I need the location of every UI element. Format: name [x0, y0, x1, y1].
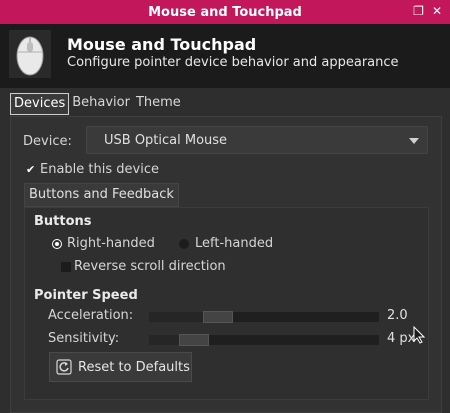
enable-device-label: Enable this device: [40, 162, 159, 177]
reverse-scroll-checkbox[interactable]: Reverse scroll direction: [61, 259, 226, 274]
tab-buttons-feedback-label: Buttons and Feedback: [29, 187, 174, 202]
mouse-pointer-icon: [413, 326, 425, 344]
sensitivity-slider[interactable]: [149, 334, 379, 346]
checkbox-empty-icon: [61, 261, 71, 272]
acceleration-label: Acceleration:: [48, 308, 134, 323]
tab-bar: Devices Behavior Theme: [10, 93, 184, 115]
enable-device-checkbox[interactable]: ✔ Enable this device: [26, 162, 159, 177]
devices-panel: Device: USB Optical Mouse ✔ Enable this …: [10, 116, 442, 413]
reverse-scroll-label: Reverse scroll direction: [74, 259, 226, 274]
tab-devices[interactable]: Devices: [10, 93, 70, 115]
window-titlebar: Mouse and Touchpad ❐ ✕: [0, 0, 450, 24]
buttons-heading: Buttons: [34, 214, 92, 229]
window-title: Mouse and Touchpad: [148, 4, 302, 20]
dialog-content: Devices Behavior Theme Device: USB Optic…: [0, 88, 450, 413]
tab-behavior[interactable]: Behavior: [69, 93, 133, 115]
close-icon[interactable]: ✕: [432, 4, 442, 18]
right-handed-radio[interactable]: Right-handed: [53, 236, 155, 251]
pointer-speed-heading: Pointer Speed: [34, 288, 138, 303]
left-handed-label: Left-handed: [195, 236, 274, 251]
acceleration-fill: [149, 312, 203, 322]
mouse-icon: [9, 30, 51, 78]
sensitivity-fill: [149, 335, 179, 345]
device-dropdown[interactable]: USB Optical Mouse: [86, 126, 428, 154]
sensitivity-label: Sensitivity:: [48, 331, 120, 346]
radio-selected-icon: [53, 239, 61, 248]
chevron-down-icon: [409, 138, 419, 144]
reset-defaults-label: Reset to Defaults: [78, 359, 190, 375]
checkmark-icon: ✔: [26, 162, 36, 176]
radio-unselected-icon: [179, 238, 189, 249]
header-subtitle: Configure pointer device behavior and ap…: [67, 55, 399, 70]
acceleration-value: 2.0: [387, 308, 408, 323]
tab-behavior-label: Behavior: [72, 95, 130, 110]
acceleration-slider[interactable]: [149, 311, 379, 323]
sensitivity-slider-handle[interactable]: [179, 334, 209, 346]
device-label: Device:: [23, 134, 72, 149]
left-handed-radio[interactable]: Left-handed: [179, 236, 273, 251]
tab-theme[interactable]: Theme: [133, 93, 184, 115]
tab-theme-label: Theme: [135, 95, 181, 110]
reset-defaults-button[interactable]: Reset to Defaults: [49, 352, 192, 382]
tab-buttons-feedback[interactable]: Buttons and Feedback: [24, 183, 179, 207]
tab-devices-label: Devices: [14, 96, 66, 111]
device-dropdown-value: USB Optical Mouse: [104, 133, 228, 148]
restore-icon[interactable]: ❐: [413, 4, 424, 18]
header-title: Mouse and Touchpad: [67, 35, 257, 54]
right-handed-label: Right-handed: [67, 236, 155, 251]
reset-icon: [56, 359, 72, 375]
acceleration-slider-handle[interactable]: [203, 311, 233, 323]
sensitivity-value: 4 px: [387, 331, 416, 346]
dialog-header: Mouse and Touchpad Configure pointer dev…: [0, 24, 450, 88]
buttons-feedback-group: Buttons Right-handed Left-handed Reverse…: [24, 207, 429, 400]
